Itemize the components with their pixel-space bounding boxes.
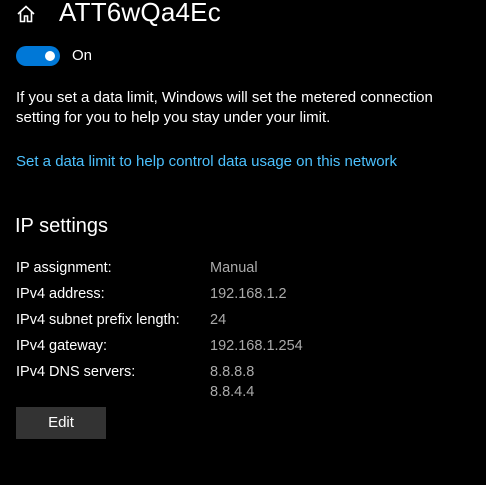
ipv4-subnet-label: IPv4 subnet prefix length: — [16, 312, 180, 328]
home-icon — [17, 5, 35, 23]
ip-assignment-value: Manual — [210, 258, 258, 278]
ip-assignment-row: IP assignment: Manual — [16, 258, 476, 278]
ipv4-address-label: IPv4 address: — [16, 286, 105, 302]
ipv4-subnet-value: 24 — [210, 310, 226, 330]
ipv4-address-value-text: 192.168.1.2 — [210, 286, 287, 302]
ip-settings-heading: IP settings — [15, 215, 109, 237]
ip-assignment-label: IP assignment: — [16, 260, 112, 276]
ipv4-dns-primary: 8.8.8.8 — [210, 364, 255, 380]
ip-assignment-value-text: Manual — [210, 260, 258, 276]
ipv4-dns-value: 8.8.8.8 8.8.4.4 — [210, 362, 254, 402]
page-header: ATT6wQa4Ec — [0, 0, 486, 30]
ipv4-gateway-value-text: 192.168.1.254 — [210, 338, 303, 354]
toggle-state-label: On — [72, 47, 93, 64]
ipv4-address-row: IPv4 address: 192.168.1.2 — [16, 284, 476, 304]
set-data-limit-link[interactable]: Set a data limit to help control data us… — [16, 152, 397, 172]
ipv4-address-value: 192.168.1.2 — [210, 284, 287, 304]
metered-connection-toggle[interactable] — [16, 46, 60, 66]
ip-settings-list: IP assignment: Manual IPv4 address: 192.… — [16, 258, 476, 408]
ipv4-gateway-value: 192.168.1.254 — [210, 336, 303, 356]
ipv4-dns-secondary: 8.8.4.4 — [210, 384, 255, 400]
ipv4-dns-row: IPv4 DNS servers: 8.8.8.8 8.8.4.4 — [16, 362, 476, 402]
page-title: ATT6wQa4Ec — [59, 0, 221, 27]
ipv4-gateway-label: IPv4 gateway: — [16, 338, 108, 354]
metered-toggle-row: On — [16, 46, 92, 66]
toggle-knob — [45, 51, 55, 61]
ipv4-subnet-row: IPv4 subnet prefix length: 24 — [16, 310, 476, 330]
data-limit-description: If you set a data limit, Windows will se… — [16, 89, 433, 126]
home-button[interactable] — [12, 0, 40, 28]
ipv4-gateway-row: IPv4 gateway: 192.168.1.254 — [16, 336, 476, 356]
ipv4-dns-label: IPv4 DNS servers: — [16, 364, 136, 380]
ipv4-subnet-value-text: 24 — [210, 312, 227, 328]
edit-button[interactable]: Edit — [16, 407, 106, 439]
